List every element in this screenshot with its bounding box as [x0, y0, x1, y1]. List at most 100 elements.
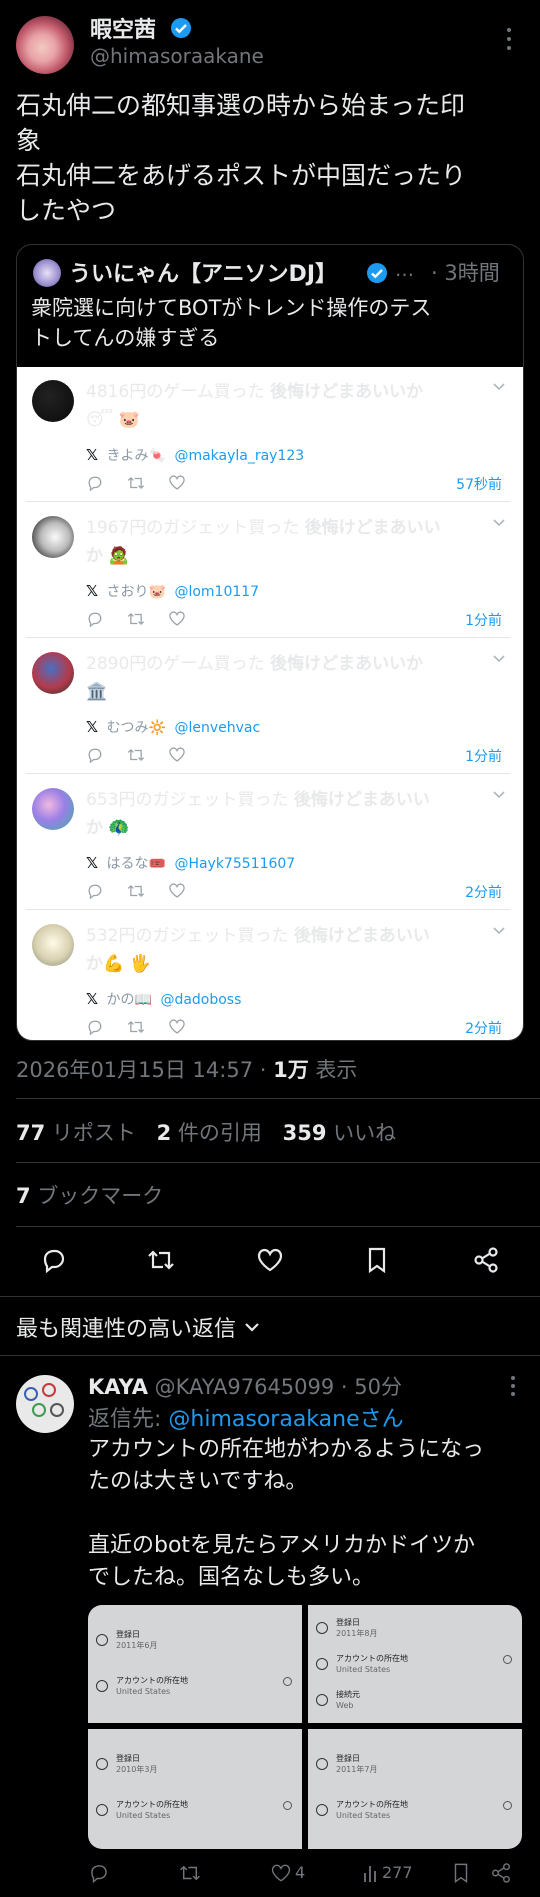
reply-to-mention[interactable]: @himasoraakaneさん: [168, 1407, 403, 1432]
embedded-reply-icon[interactable]: [86, 1018, 104, 1036]
embedded-text: 2890円のゲーム買った 後悔けどまあいいか 🏛️: [86, 654, 424, 702]
embedded-chevron-icon[interactable]: [492, 382, 506, 392]
embedded-actions: [86, 746, 510, 764]
info-icon: [283, 1801, 292, 1810]
reply-view-count: 277: [382, 1863, 413, 1882]
reply-image[interactable]: 登録日 2010年3月 アカウントの所在地 United States: [88, 1729, 302, 1849]
embedded-actions: [86, 474, 510, 492]
quote-count[interactable]: 2 件の引用: [157, 1121, 262, 1145]
embedded-like-icon[interactable]: [168, 882, 186, 899]
view-count[interactable]: 1万: [273, 1058, 309, 1082]
reply-like-icon[interactable]: [270, 1863, 292, 1883]
quote-avatar: [33, 259, 61, 287]
repost-count[interactable]: 77 リポスト: [16, 1121, 136, 1145]
reply-icon[interactable]: [40, 1246, 68, 1274]
embedded-avatar: [32, 652, 74, 694]
handle[interactable]: @himasoraakane: [90, 44, 264, 68]
embedded-chevron-icon[interactable]: [492, 654, 506, 664]
post-text-line: 石丸伸二をあげるポストが中国だったり: [16, 161, 467, 190]
embedded-source: 𝕏 かの📖 @dadoboss: [86, 990, 242, 1008]
embedded-reply-icon[interactable]: [86, 474, 104, 492]
location-pin-icon: [96, 1804, 108, 1816]
repost-icon[interactable]: [146, 1246, 176, 1274]
reply-image-row: 登録日 2011年6月: [96, 1629, 157, 1651]
reply-more-icon[interactable]: [510, 1376, 516, 1396]
embedded-source: 𝕏 きよみ🍬 @makayla_ray123: [86, 446, 305, 464]
embedded-avatar: [32, 380, 74, 422]
reply-sort-dropdown[interactable]: 最も関連性の高い返信: [16, 1311, 260, 1343]
embedded-like-icon[interactable]: [168, 610, 186, 627]
reply-avatar[interactable]: [16, 1375, 74, 1433]
embedded-tweet[interactable]: 532円のガジェット買った 後悔けどまあいい か💪 🖐️ 𝕏 かの📖 @dado…: [16, 910, 520, 1046]
reply-like-count: 4: [295, 1863, 306, 1882]
reply-image-row: アカウントの所在地 United States: [316, 1799, 408, 1821]
reply-text-line: でしたね。国名なしも多い。: [88, 1565, 375, 1590]
location-pin-icon: [316, 1658, 328, 1670]
embedded-tweet[interactable]: 2890円のゲーム買った 後悔けどまあいいか 🏛️ 𝕏 むつみ🔆 @lenveh…: [16, 638, 520, 774]
share-icon[interactable]: [472, 1246, 500, 1274]
embedded-source: 𝕏 さおり🐷 @lom10117: [86, 582, 260, 600]
reply-image-row: アカウントの所在地 United States: [96, 1799, 188, 1821]
reply-author[interactable]: KAYA @KAYA97645099 · 50分: [88, 1371, 402, 1401]
embedded-actions: [86, 1018, 510, 1036]
quote-text-line: 衆院選に向けてBOTがトレンド操作のテス: [31, 296, 432, 320]
post-text-line: したやつ: [16, 196, 117, 225]
embedded-time: 57秒前: [456, 477, 502, 493]
reply-reply-icon[interactable]: [88, 1862, 110, 1884]
embedded-reply-icon[interactable]: [86, 610, 104, 628]
embedded-repost-icon[interactable]: [126, 610, 146, 628]
bookmark-icon[interactable]: [366, 1246, 388, 1274]
display-name[interactable]: 暇空茜: [90, 12, 156, 44]
embedded-tweet[interactable]: 4816円のゲーム買った 後悔けどまあいいか 😴 🐷 𝕏 きよみ🍬 @makay…: [16, 366, 520, 502]
reply-views-icon[interactable]: [362, 1863, 380, 1883]
embedded-chevron-icon[interactable]: [492, 790, 506, 800]
x-logo-icon: 𝕏: [86, 582, 99, 600]
embedded-repost-icon[interactable]: [126, 746, 146, 764]
quote-author-name: ういにゃん【アニソンDJ】: [69, 262, 338, 287]
embedded-repost-icon[interactable]: [126, 882, 146, 900]
reply-text-line: アカウントの所在地がわかるようになっ: [88, 1437, 485, 1462]
reply-image-row: 登録日 2011年8月: [316, 1617, 377, 1639]
reply-share-icon[interactable]: [490, 1862, 512, 1884]
embedded-time: 1分前: [465, 613, 502, 629]
more-options-icon[interactable]: [506, 28, 512, 50]
post-text: 石丸伸二の都知事選の時から始まった印 象 石丸伸二をあげるポストが中国だったり …: [16, 88, 526, 228]
post-date: 2026年01月15日 14:57 ·: [16, 1058, 274, 1082]
author-avatar[interactable]: [16, 16, 74, 74]
quote-text-line: トしてんの嫌すぎる: [31, 326, 220, 350]
section-divider: [0, 1355, 540, 1356]
embedded-like-icon[interactable]: [168, 746, 186, 763]
reply-image[interactable]: 登録日 2011年6月 アカウントの所在地 United States: [88, 1605, 302, 1723]
embedded-avatar: [32, 788, 74, 830]
globe-icon: [316, 1694, 328, 1706]
embedded-reply-icon[interactable]: [86, 882, 104, 900]
embedded-chevron-icon[interactable]: [492, 926, 506, 936]
embedded-chevron-icon[interactable]: [492, 518, 506, 528]
location-pin-icon: [316, 1804, 328, 1816]
embedded-tweet[interactable]: 653円のガジェット買った 後悔けどまあいい か 🦚 𝕏 はるな🎟️ @Hayk…: [16, 774, 520, 910]
post-meta: 2026年01月15日 14:57 · 1万 表示: [16, 1054, 357, 1084]
embedded-tweet[interactable]: 1967円のガジェット買った 後悔けどまあいい か 🧟 𝕏 さおり🐷 @lom1…: [16, 502, 520, 638]
info-icon: [283, 1677, 292, 1686]
embedded-text: 532円のガジェット買った 後悔けどまあいい か💪 🖐️: [86, 926, 430, 974]
chevron-down-icon: [245, 1323, 259, 1332]
quote-verified-icon: [367, 263, 387, 283]
embedded-reply-icon[interactable]: [86, 746, 104, 764]
reply-repost-icon[interactable]: [178, 1862, 202, 1884]
reply-image[interactable]: 登録日 2011年8月 アカウントの所在地 United States 接続元 Web: [308, 1605, 522, 1723]
reply-bookmark-icon[interactable]: [452, 1862, 470, 1884]
like-icon[interactable]: [256, 1247, 284, 1273]
x-logo-icon: 𝕏: [86, 854, 99, 872]
like-count[interactable]: 359 いいね: [283, 1121, 397, 1145]
reply-text-line: たのは大きいですね。: [88, 1469, 308, 1494]
embedded-repost-icon[interactable]: [126, 474, 146, 492]
embedded-like-icon[interactable]: [168, 474, 186, 491]
embedded-repost-icon[interactable]: [126, 1018, 146, 1036]
embedded-text: 4816円のゲーム買った 後悔けどまあいいか 😴 🐷: [86, 382, 424, 430]
location-pin-icon: [96, 1680, 108, 1692]
reply-image[interactable]: 登録日 2011年7月 アカウントの所在地 United States: [308, 1729, 522, 1849]
bookmark-count[interactable]: 7 ブックマーク: [16, 1180, 163, 1210]
quote-time: · 3時間: [431, 261, 500, 285]
calendar-icon: [316, 1758, 328, 1770]
embedded-like-icon[interactable]: [168, 1018, 186, 1035]
